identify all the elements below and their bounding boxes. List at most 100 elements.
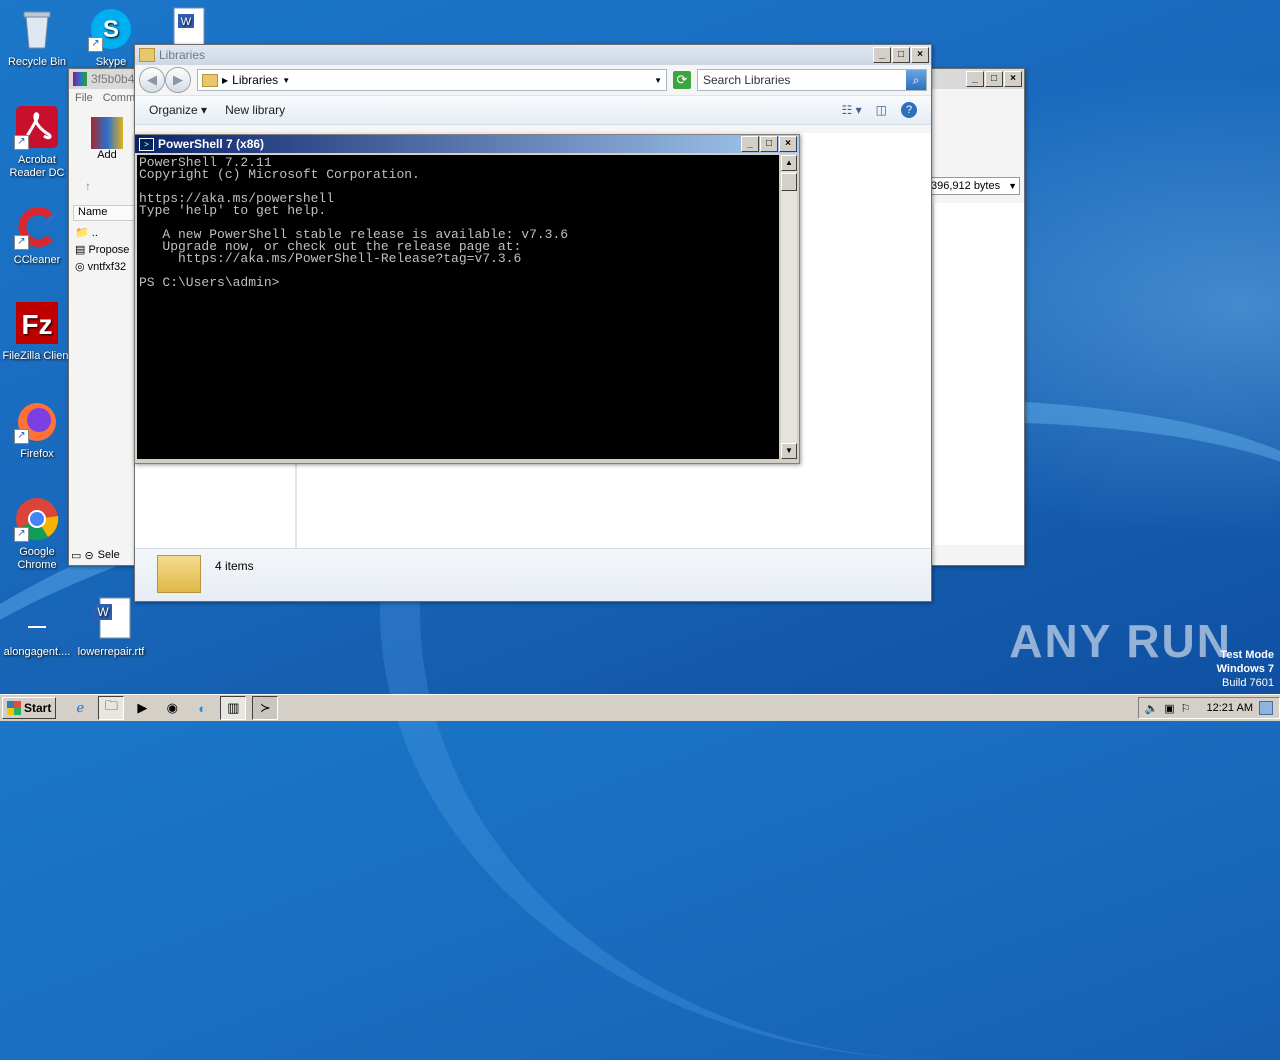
desktop-icon-label: Google Chrome xyxy=(17,546,57,571)
desktop-icon-lowerrepair[interactable]: W lowerrepair.rtf xyxy=(74,596,148,659)
scroll-thumb[interactable] xyxy=(781,173,797,191)
powershell-window[interactable]: > PowerShell 7 (x86) _ □ × PowerShell 7.… xyxy=(134,134,800,464)
title-bar[interactable]: > PowerShell 7 (x86) _ □ × xyxy=(135,135,799,153)
add-label: Add xyxy=(97,149,117,161)
firefox-icon: ↗ xyxy=(14,398,60,444)
winrar-icon xyxy=(73,72,87,86)
minimize-button[interactable]: _ xyxy=(741,136,759,152)
window-title: Libraries xyxy=(159,48,206,62)
acrobat-icon: ↗ xyxy=(14,104,60,150)
test-mode-text: Test Mode Windows 7 Build 7601 xyxy=(1216,649,1274,689)
breadcrumb[interactable]: Libraries xyxy=(232,73,278,87)
search-icon[interactable]: ⌕ xyxy=(906,70,926,90)
refresh-button[interactable]: ⟳ xyxy=(673,71,691,89)
shortcut-arrow-icon: ↗ xyxy=(14,429,29,444)
vertical-scrollbar[interactable]: ▲ ▼ xyxy=(781,155,797,459)
desktop-icon-label: Recycle Bin xyxy=(7,56,67,68)
minimize-button[interactable]: _ xyxy=(966,71,984,87)
menu-file[interactable]: File xyxy=(75,92,93,104)
clock[interactable]: 12:21 AM xyxy=(1207,702,1253,714)
powershell-icon: > xyxy=(139,137,154,151)
console-output[interactable]: PowerShell 7.2.11 Copyright (c) Microsoft… xyxy=(137,155,779,459)
internet-explorer-icon[interactable]: ℯ xyxy=(68,697,92,719)
address-dropdown-icon[interactable]: ▼ xyxy=(654,76,662,85)
scroll-down-button[interactable]: ▼ xyxy=(781,443,797,459)
desktop-icon-ccleaner[interactable]: ↗ CCleaner xyxy=(0,204,74,267)
chevron-down-icon[interactable]: ▼ xyxy=(282,76,290,85)
desktop-icon-chrome[interactable]: ↗ Google Chrome xyxy=(0,496,74,572)
up-arrow-icon[interactable]: ↑ xyxy=(85,179,91,193)
close-button[interactable]: × xyxy=(1004,71,1022,87)
maximize-button[interactable]: □ xyxy=(892,47,910,63)
close-button[interactable]: × xyxy=(911,47,929,63)
shortcut-arrow-icon: ↗ xyxy=(88,37,103,52)
close-button[interactable]: × xyxy=(779,136,797,152)
powershell-taskbar-icon[interactable]: ≻ xyxy=(252,696,279,720)
title-bar[interactable]: Libraries _ □ × xyxy=(135,45,931,65)
shortcut-arrow-icon: ↗ xyxy=(14,235,29,250)
chrome-taskbar-icon[interactable]: ◉ xyxy=(160,697,184,719)
desktop-icon-acrobat[interactable]: ↗ Acrobat Reader DC xyxy=(0,104,74,180)
add-button[interactable]: Add xyxy=(89,117,125,161)
address-bar[interactable]: ▶ Libraries ▼ ▼ xyxy=(197,69,667,91)
list-item[interactable]: ▤ Propose xyxy=(75,242,129,259)
forward-button[interactable]: ▶ xyxy=(165,67,191,93)
anyrun-watermark: ANY RUN xyxy=(1009,615,1232,667)
taskbar: Start ℯ 🗀 ▶ ◉ ◐ ▥ ≻ 🔈 ▣ ⚐ 12:21 AM xyxy=(0,694,1280,721)
explorer-taskbar-icon[interactable]: 🗀 xyxy=(98,696,125,720)
item-count: 4 items xyxy=(215,559,254,573)
desktop-icon-label: Acrobat Reader DC xyxy=(9,154,65,179)
maximize-button[interactable]: □ xyxy=(985,71,1003,87)
desktop-icon-label: alongagent.... xyxy=(3,646,71,658)
scroll-up-button[interactable]: ▲ xyxy=(781,155,797,171)
network-icon[interactable]: ▣ xyxy=(1164,702,1174,715)
new-library-button[interactable]: New library xyxy=(225,103,285,117)
status-bar: ▭ ⊝ Sele xyxy=(71,547,120,563)
breadcrumb-separator-icon: ▶ xyxy=(222,75,229,85)
shortcut-arrow-icon: ↗ xyxy=(14,527,29,542)
menu-commands[interactable]: Comm xyxy=(103,92,135,104)
winrar-taskbar-icon[interactable]: ▥ xyxy=(220,696,247,720)
list-item[interactable]: 📁 .. xyxy=(75,225,129,242)
chevron-down-icon: ▼ xyxy=(1008,181,1017,191)
skype-icon: S ↗ xyxy=(88,6,134,52)
list-pane xyxy=(933,203,1024,545)
column-header-name[interactable]: Name xyxy=(73,205,139,221)
desktop-icon-firefox[interactable]: ↗ Firefox xyxy=(0,398,74,461)
svg-text:W: W xyxy=(181,16,192,28)
svg-text:W: W xyxy=(97,605,109,619)
maximize-button[interactable]: □ xyxy=(760,136,778,152)
media-player-icon[interactable]: ▶ xyxy=(130,697,154,719)
volume-icon[interactable]: 🔈 xyxy=(1145,702,1159,715)
recycle-bin-icon xyxy=(14,6,60,52)
desktop-icon-alongagent[interactable]: alongagent.... xyxy=(0,596,74,659)
console-line: Type 'help' to get help. xyxy=(139,203,327,218)
windows-logo-icon xyxy=(7,701,21,715)
status-text: Sele xyxy=(97,549,120,561)
minimize-button[interactable]: _ xyxy=(873,47,891,63)
size-dropdown[interactable]: 396,912 bytes ▼ xyxy=(928,177,1020,195)
flag-icon[interactable]: ⚐ xyxy=(1181,702,1191,715)
system-tray: 🔈 ▣ ⚐ 12:21 AM xyxy=(1137,697,1280,719)
filezilla-icon: Fz xyxy=(14,300,60,346)
back-button[interactable]: ◀ xyxy=(139,67,165,93)
list-item[interactable]: ◎ vntfxf32 xyxy=(75,259,129,276)
shortcut-arrow-icon: ↗ xyxy=(14,135,29,150)
organize-button[interactable]: Organize ▾ xyxy=(149,103,207,117)
show-desktop-icon[interactable] xyxy=(1259,701,1273,715)
help-icon[interactable]: ? xyxy=(901,102,917,118)
archive-add-icon xyxy=(91,117,123,149)
word-document-icon: W xyxy=(88,596,134,642)
view-options-icon[interactable]: ☷ ▾ xyxy=(842,103,862,117)
preview-pane-icon[interactable]: ◫ xyxy=(876,103,887,117)
search-placeholder: Search Libraries xyxy=(703,73,791,87)
desktop-icon-filezilla[interactable]: Fz FileZilla Client xyxy=(0,300,74,363)
console-line: Copyright (c) Microsoft Corporation. xyxy=(139,167,420,182)
desktop-icon-recycle-bin[interactable]: Recycle Bin xyxy=(0,6,74,69)
start-button[interactable]: Start xyxy=(2,697,57,719)
edge-icon[interactable]: ◐ xyxy=(190,697,214,719)
size-value: 396,912 bytes xyxy=(931,180,1001,192)
ccleaner-icon: ↗ xyxy=(14,204,60,250)
search-input[interactable]: Search Libraries ⌕ xyxy=(697,69,927,91)
svg-text:Fz: Fz xyxy=(21,309,52,340)
